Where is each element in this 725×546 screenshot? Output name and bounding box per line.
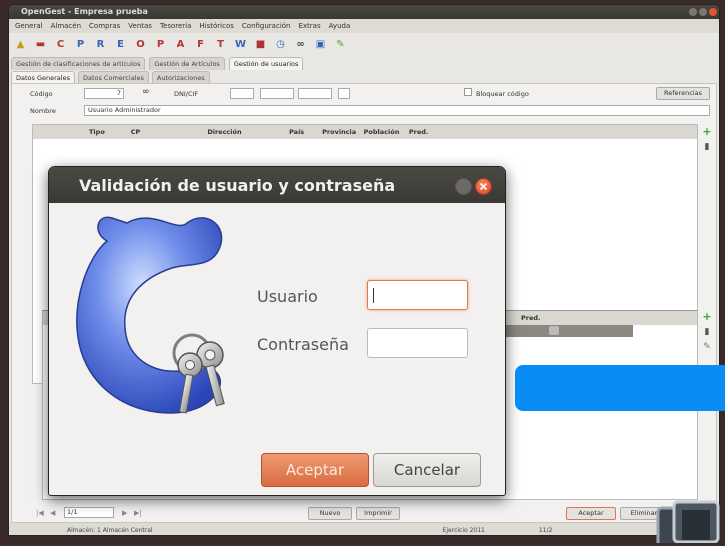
- grid-header: Tipo CP Dirección País Provincia Población Pre…: [33, 125, 697, 139]
- add-icon[interactable]: +: [702, 126, 712, 137]
- codigo-label: Código: [30, 90, 53, 98]
- doc-icon[interactable]: ▬: [35, 39, 46, 50]
- menu-item-7[interactable]: Extras: [298, 22, 320, 30]
- record-field[interactable]: 1/1: [64, 507, 114, 518]
- tab-top-0[interactable]: Gestión de clasificaciones de artículos: [11, 57, 146, 70]
- clock-icon[interactable]: ◷: [275, 39, 286, 50]
- status-num: 11/2: [538, 526, 553, 534]
- dialog-title: Validación de usuario y contraseña: [79, 176, 396, 195]
- dni-letter-field[interactable]: [338, 88, 350, 99]
- prev-record-icon[interactable]: ◀: [50, 509, 55, 517]
- status-bar: Almacén: 1 Almacén Central Ejercicio 201…: [9, 523, 719, 535]
- pred-checkbox[interactable]: [549, 326, 559, 335]
- aceptar-main-button[interactable]: Aceptar: [566, 507, 616, 520]
- bloquear-label: Bloquear código: [476, 90, 529, 98]
- bloquear-checkbox[interactable]: [464, 88, 472, 96]
- menu-item-1[interactable]: Almacén: [51, 22, 81, 30]
- close-icon[interactable]: [709, 8, 717, 16]
- p2-icon[interactable]: P: [155, 39, 166, 50]
- grid-column-header[interactable]: Población: [364, 128, 400, 136]
- dialog-minimize-icon[interactable]: [455, 178, 472, 195]
- usuario-input[interactable]: [367, 280, 468, 310]
- grid-column-header[interactable]: Dirección: [207, 128, 241, 136]
- pred-header: Pred.: [521, 314, 541, 322]
- delete-detail-icon[interactable]: ▮: [702, 327, 712, 337]
- delete-icon[interactable]: ▮: [702, 142, 712, 152]
- menu-bar: General Almacén Compras Ventas Tesorería Hist…: [9, 19, 719, 33]
- usuario-label: Usuario: [257, 287, 318, 306]
- login-dialog: Validación de usuario y contraseña Usuar…: [48, 166, 506, 496]
- dialog-close-icon[interactable]: [475, 178, 492, 195]
- menu-item-6[interactable]: Configuración: [242, 22, 291, 30]
- app-logo-keys-icon: [67, 213, 253, 423]
- f-icon[interactable]: F: [195, 39, 206, 50]
- minimize-icon[interactable]: [689, 8, 697, 16]
- r-icon[interactable]: R: [95, 39, 106, 50]
- text-caret: [373, 288, 374, 303]
- dni-field-2[interactable]: [298, 88, 332, 99]
- dialog-title-bar: Validación de usuario y contraseña: [49, 167, 505, 203]
- imprimir-button[interactable]: Imprimir: [356, 507, 400, 520]
- tab-inner-0[interactable]: Datos Generales: [11, 71, 75, 83]
- top-tabs: Gestión de clasificaciones de artículos G…: [9, 57, 719, 70]
- title-bar: OpenGest - Empresa prueba: [9, 5, 719, 19]
- t-icon[interactable]: T: [215, 39, 226, 50]
- add-detail-icon[interactable]: +: [702, 311, 712, 322]
- binoculars-icon[interactable]: ∞: [142, 87, 150, 97]
- inner-tabs: Datos Generales Datos Comerciales Autoriza…: [9, 71, 719, 83]
- password-input[interactable]: [367, 328, 468, 358]
- menu-item-8[interactable]: Ayuda: [329, 22, 351, 30]
- tab-inner-1[interactable]: Datos Comerciales: [77, 71, 149, 83]
- highlight-bar: [515, 365, 725, 411]
- grid-column-header[interactable]: País: [289, 128, 304, 136]
- grid-column-header[interactable]: Provincia: [322, 128, 356, 136]
- codigo-field[interactable]: 7: [84, 88, 124, 99]
- bottom-bar: |◀ ◀ 1/1 ▶ ▶| Nuevo Imprimir Aceptar Eli…: [30, 507, 719, 521]
- triangle-icon[interactable]: ▲: [15, 39, 26, 50]
- status-ejercicio: Ejercicio 2011: [442, 526, 485, 534]
- nombre-field[interactable]: Usuario Administrador: [84, 105, 710, 116]
- aceptar-button[interactable]: Aceptar: [261, 453, 369, 487]
- status-almacen: Almacén: 1 Almacén Central: [67, 526, 153, 534]
- o-icon[interactable]: O: [135, 39, 146, 50]
- book-icon[interactable]: ■: [255, 39, 266, 50]
- password-label: Contraseña: [257, 335, 349, 354]
- next-record-icon[interactable]: ▶: [122, 509, 127, 517]
- tab-inner-2[interactable]: Autorizaciones: [151, 71, 210, 83]
- dni-field[interactable]: [260, 88, 294, 99]
- menu-item-5[interactable]: Históricos: [199, 22, 233, 30]
- c-icon[interactable]: C: [55, 39, 66, 50]
- last-record-icon[interactable]: ▶|: [134, 509, 142, 517]
- tools-icon[interactable]: ✎: [335, 39, 346, 50]
- corner-app-icon: [656, 500, 720, 546]
- edit-detail-icon[interactable]: ✎: [702, 342, 712, 352]
- p-icon[interactable]: P: [75, 39, 86, 50]
- menu-item-4[interactable]: Tesorería: [160, 22, 191, 30]
- e-icon[interactable]: E: [115, 39, 126, 50]
- grid-column-header[interactable]: Tipo: [89, 128, 105, 136]
- first-record-icon[interactable]: |◀: [36, 509, 44, 517]
- tab-top-1[interactable]: Gestión de Artículos: [149, 57, 225, 70]
- w-icon[interactable]: W: [235, 39, 246, 50]
- nuevo-button[interactable]: Nuevo: [308, 507, 352, 520]
- menu-item-0[interactable]: General: [15, 22, 43, 30]
- nombre-label: Nombre: [30, 107, 56, 115]
- grid-column-header[interactable]: CP: [131, 128, 141, 136]
- tab-top-2[interactable]: Gestión de usuarios: [228, 57, 304, 70]
- maximize-icon[interactable]: [699, 8, 707, 16]
- monitor-icon[interactable]: ▣: [315, 39, 326, 50]
- dni-prefix-field[interactable]: [230, 88, 254, 99]
- referencias-button[interactable]: Referencias: [656, 87, 710, 100]
- toolbar: ▲ ▬ C P R E O P A F T W ■ ◷ ∞ ▣ ✎: [9, 33, 719, 55]
- a-icon[interactable]: A: [175, 39, 186, 50]
- window-title: OpenGest - Empresa prueba: [21, 7, 148, 16]
- cancelar-button[interactable]: Cancelar: [373, 453, 481, 487]
- binoculars-icon[interactable]: ∞: [295, 39, 306, 50]
- menu-item-3[interactable]: Ventas: [128, 22, 152, 30]
- grid-column-header[interactable]: Pred.: [409, 128, 429, 136]
- menu-item-2[interactable]: Compras: [89, 22, 120, 30]
- dni-label: DNI/CIF: [174, 90, 199, 98]
